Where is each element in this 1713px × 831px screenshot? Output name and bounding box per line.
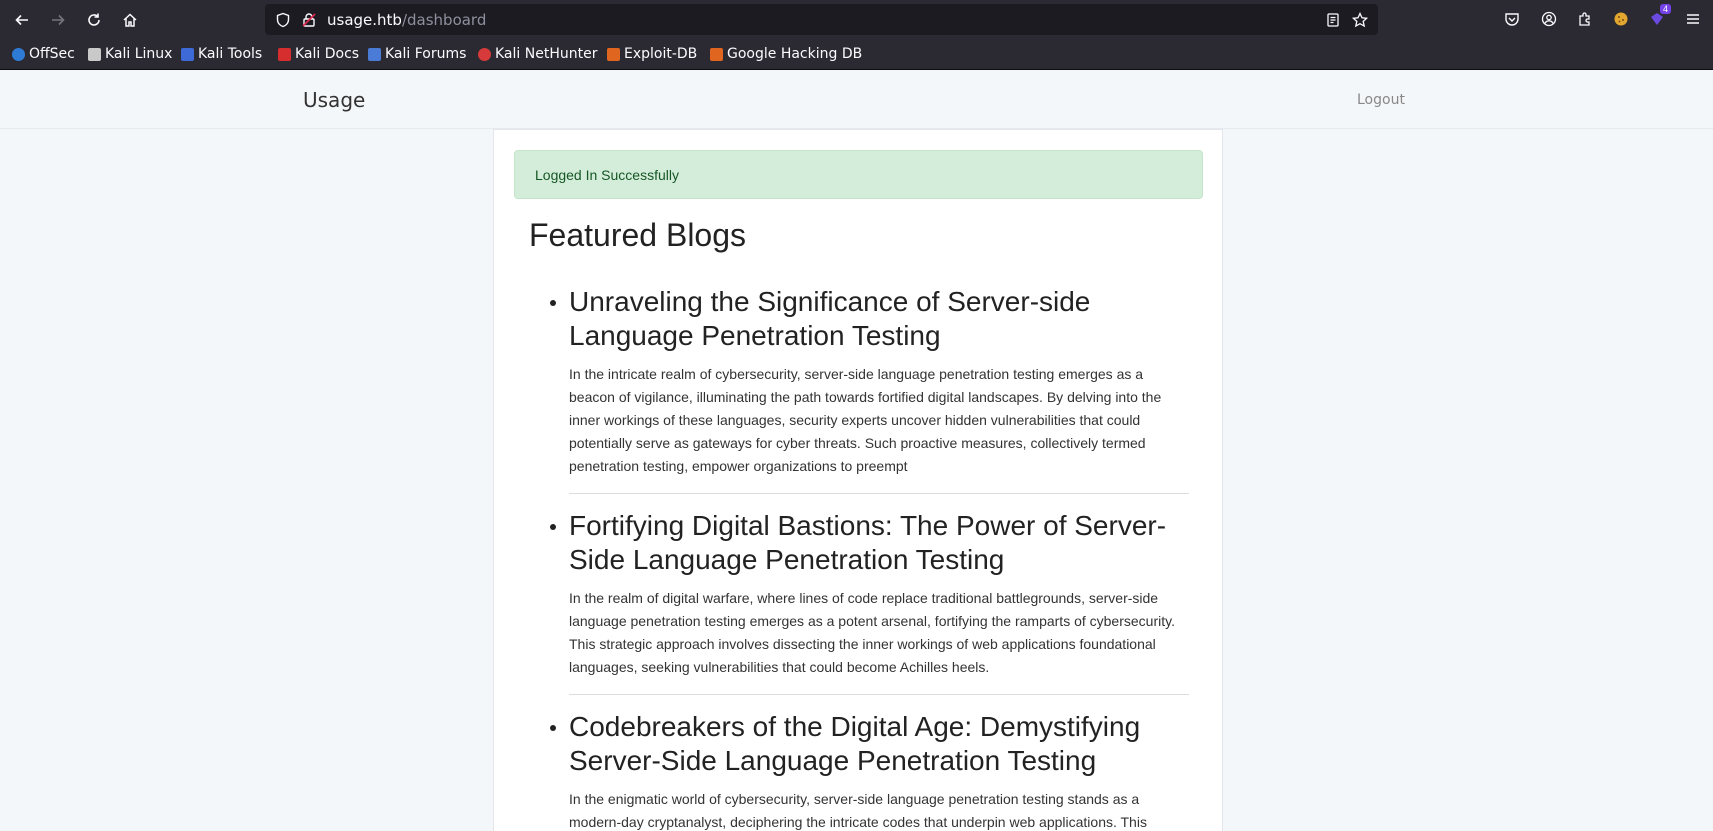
blog-excerpt: In the intricate realm of cybersecurity,… xyxy=(569,366,1162,474)
reload-icon xyxy=(88,13,100,26)
bookmark-kali-docs[interactable]: Kali Docs xyxy=(278,46,359,62)
list-bullet xyxy=(550,300,556,306)
address-bar[interactable]: usage.htb/dashboard xyxy=(265,4,1378,35)
lock-icon[interactable] xyxy=(301,12,317,28)
kali-tools-icon xyxy=(181,47,194,61)
dashboard-card: Logged In Successfully Featured Blogs Un… xyxy=(493,129,1223,831)
site-brand-link[interactable]: Usage xyxy=(303,88,365,112)
cookie-icon xyxy=(1614,12,1628,26)
reader-view-icon[interactable] xyxy=(1325,12,1341,28)
site-navbar: Usage Logout xyxy=(0,71,1713,129)
bookmark-kali-linux[interactable]: Kali Linux xyxy=(88,46,172,62)
arrow-left-icon xyxy=(15,14,28,26)
offsec-icon xyxy=(12,47,25,61)
logout-link[interactable]: Logout xyxy=(1357,92,1405,108)
blog-title: Unraveling the Significance of Server-si… xyxy=(569,286,1091,351)
hamburger-icon xyxy=(1687,14,1699,24)
bookmark-exploit-db[interactable]: Exploit-DB xyxy=(607,46,697,62)
blog-excerpt: In the realm of digital warfare, where l… xyxy=(569,590,1175,675)
ghdb-icon xyxy=(710,47,723,61)
blog-post: Unraveling the Significance of Server-si… xyxy=(550,285,1189,494)
blog-title: Fortifying Digital Bastions: The Power o… xyxy=(569,510,1167,575)
bookmark-label: Kali Tools xyxy=(198,46,263,62)
kali-forums-icon xyxy=(368,47,381,61)
extension-badge: 4 xyxy=(1659,4,1671,14)
bookmark-label: Kali Linux xyxy=(105,46,173,62)
arrow-right-icon xyxy=(52,14,65,26)
shield-icon[interactable] xyxy=(275,12,291,28)
blog-post: Fortifying Digital Bastions: The Power o… xyxy=(550,509,1189,695)
bookmark-kali-forums[interactable]: Kali Forums xyxy=(368,46,466,62)
bookmarks-bar: OffSec Kali Linux Kali Tools Kali Docs K… xyxy=(0,39,1713,70)
pocket-icon xyxy=(1505,13,1519,26)
url-text[interactable]: usage.htb/dashboard xyxy=(327,11,486,29)
bookmark-label: Exploit-DB xyxy=(624,46,698,62)
kali-docs-icon xyxy=(278,47,291,61)
list-bullet xyxy=(550,524,556,530)
account-icon xyxy=(1541,11,1557,27)
blog-excerpt: In the enigmatic world of cybersecurity,… xyxy=(569,791,1147,830)
home-button[interactable] xyxy=(117,7,143,33)
home-icon xyxy=(123,13,137,27)
featured-blogs-heading: Featured Blogs xyxy=(529,217,747,253)
cookie-extension-button[interactable] xyxy=(1610,8,1632,30)
page-viewport: Usage Logout Logged In Successfully Feat… xyxy=(0,71,1713,831)
kali-nethunter-icon xyxy=(478,47,491,61)
blog-post: Codebreakers of the Digital Age: Demysti… xyxy=(550,710,1189,831)
puzzle-icon xyxy=(1579,12,1590,26)
back-button[interactable] xyxy=(9,7,35,33)
url-host: usage.htb xyxy=(327,11,402,29)
success-alert: Logged In Successfully xyxy=(514,150,1203,199)
url-path: /dashboard xyxy=(401,11,487,29)
bookmark-label: OffSec xyxy=(29,46,75,62)
bookmark-star-icon[interactable] xyxy=(1352,12,1368,28)
forward-button[interactable] xyxy=(45,7,71,33)
divider xyxy=(569,694,1189,695)
bookmark-google-hacking-db[interactable]: Google Hacking DB xyxy=(710,46,862,62)
bookmark-kali-nethunter[interactable]: Kali NetHunter xyxy=(478,46,597,62)
kali-dragon-icon xyxy=(88,47,101,61)
divider xyxy=(569,493,1189,494)
extension-button-badge[interactable]: 4 xyxy=(1646,4,1671,30)
bookmark-label: Kali Docs xyxy=(295,46,360,62)
pocket-button[interactable] xyxy=(1501,8,1523,30)
account-button[interactable] xyxy=(1538,8,1560,30)
extensions-button[interactable] xyxy=(1574,8,1596,30)
bookmark-label: Kali NetHunter xyxy=(495,46,598,62)
bookmark-label: Google Hacking DB xyxy=(727,46,863,62)
menu-button[interactable] xyxy=(1682,8,1704,30)
exploit-db-icon xyxy=(607,47,620,61)
alert-message: Logged In Successfully xyxy=(535,167,679,183)
browser-toolbar: usage.htb/dashboard 4 xyxy=(0,0,1713,39)
blog-title: Codebreakers of the Digital Age: Demysti… xyxy=(569,711,1141,776)
bookmark-offsec[interactable]: OffSec xyxy=(12,46,75,62)
reload-button[interactable] xyxy=(81,7,107,33)
bookmark-kali-tools[interactable]: Kali Tools xyxy=(181,46,262,62)
bookmark-label: Kali Forums xyxy=(385,46,467,62)
list-bullet xyxy=(550,725,556,731)
